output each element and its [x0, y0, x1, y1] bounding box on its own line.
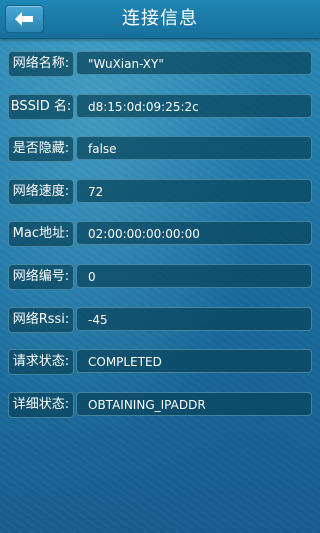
mac-value: 02:00:00:00:00:00 — [76, 221, 312, 246]
request-state-label: 请求状态: — [8, 349, 74, 376]
rssi-label: 网络Rssi: — [8, 306, 74, 333]
request-state-value: COMPLETED — [76, 349, 312, 374]
info-row-detailed-state: 详细状态: OBTAINING_IPADDR — [8, 391, 312, 418]
hidden-label: 是否隐藏: — [8, 136, 74, 163]
network-id-value: 0 — [76, 263, 312, 288]
speed-value: 72 — [76, 178, 312, 203]
detailed-state-value: OBTAINING_IPADDR — [76, 391, 312, 416]
info-row-network-name: 网络名称: "WuXian-XY" — [8, 51, 312, 77]
mac-label: Mac地址: — [8, 221, 74, 248]
hidden-value: false — [76, 136, 312, 161]
bssid-value: d8:15:0d:09:25:2c — [76, 93, 312, 118]
info-row-speed: 网络速度: 72 — [8, 178, 312, 205]
network-name-value: "WuXian-XY" — [76, 51, 312, 75]
rssi-value: -45 — [76, 306, 312, 331]
info-list: 网络名称: "WuXian-XY" BSSID 名: d8:15:0d:09:2… — [8, 51, 312, 434]
info-row-hidden: 是否隐藏: false — [8, 136, 312, 163]
info-row-mac: Mac地址: 02:00:00:00:00:00 — [8, 221, 312, 248]
network-name-label: 网络名称: — [8, 51, 74, 77]
header-bar: 连接信息 — [0, 0, 320, 39]
speed-label: 网络速度: — [8, 178, 74, 205]
connection-info-screen: 连接信息 网络名称: "WuXian-XY" BSSID 名: d8:15:0d… — [0, 0, 320, 533]
info-row-rssi: 网络Rssi: -45 — [8, 306, 312, 333]
detailed-state-label: 详细状态: — [8, 391, 74, 418]
info-row-network-id: 网络编号: 0 — [8, 263, 312, 290]
bssid-label: BSSID 名: — [8, 93, 74, 120]
network-id-label: 网络编号: — [8, 263, 74, 290]
info-row-request-state: 请求状态: COMPLETED — [8, 349, 312, 376]
info-row-bssid: BSSID 名: d8:15:0d:09:25:2c — [8, 93, 312, 120]
page-title: 连接信息 — [122, 8, 198, 29]
